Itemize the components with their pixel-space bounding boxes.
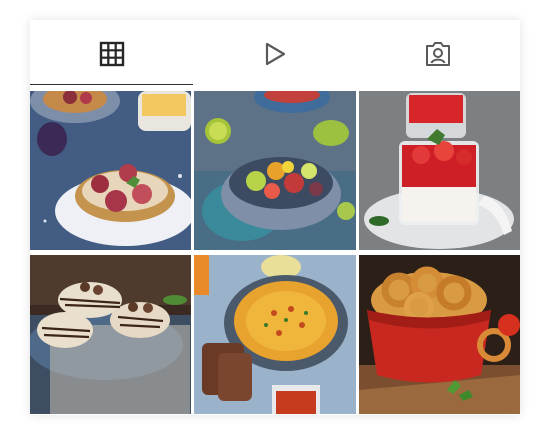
post-pumpkin-hummus[interactable]	[194, 255, 356, 414]
profile-feed-card	[30, 20, 520, 415]
grid-icon	[99, 41, 124, 67]
post-chocolate-pastries[interactable]	[30, 255, 191, 414]
tagged-user-icon	[426, 42, 451, 66]
post-fruit-salad[interactable]	[194, 91, 356, 250]
post-grid	[30, 91, 520, 415]
fried-onion-rings-bowl-photo	[359, 255, 520, 414]
chocolate-cream-pastries-photo	[30, 255, 191, 414]
pumpkin-hummus-plate-photo	[194, 255, 356, 414]
fruit-salad-bowl-photo	[194, 91, 356, 250]
post-panna-cotta[interactable]	[359, 91, 520, 250]
post-onion-rings[interactable]	[359, 255, 520, 414]
post-fig-tart[interactable]	[30, 91, 191, 250]
tab-grid[interactable]	[30, 20, 194, 88]
tab-tagged[interactable]	[357, 20, 520, 88]
fig-tart-photo	[30, 91, 191, 250]
strawberry-panna-cotta-photo	[359, 91, 520, 250]
tab-reels[interactable]	[193, 20, 356, 88]
play-icon	[265, 42, 286, 66]
profile-tab-bar	[30, 20, 520, 88]
